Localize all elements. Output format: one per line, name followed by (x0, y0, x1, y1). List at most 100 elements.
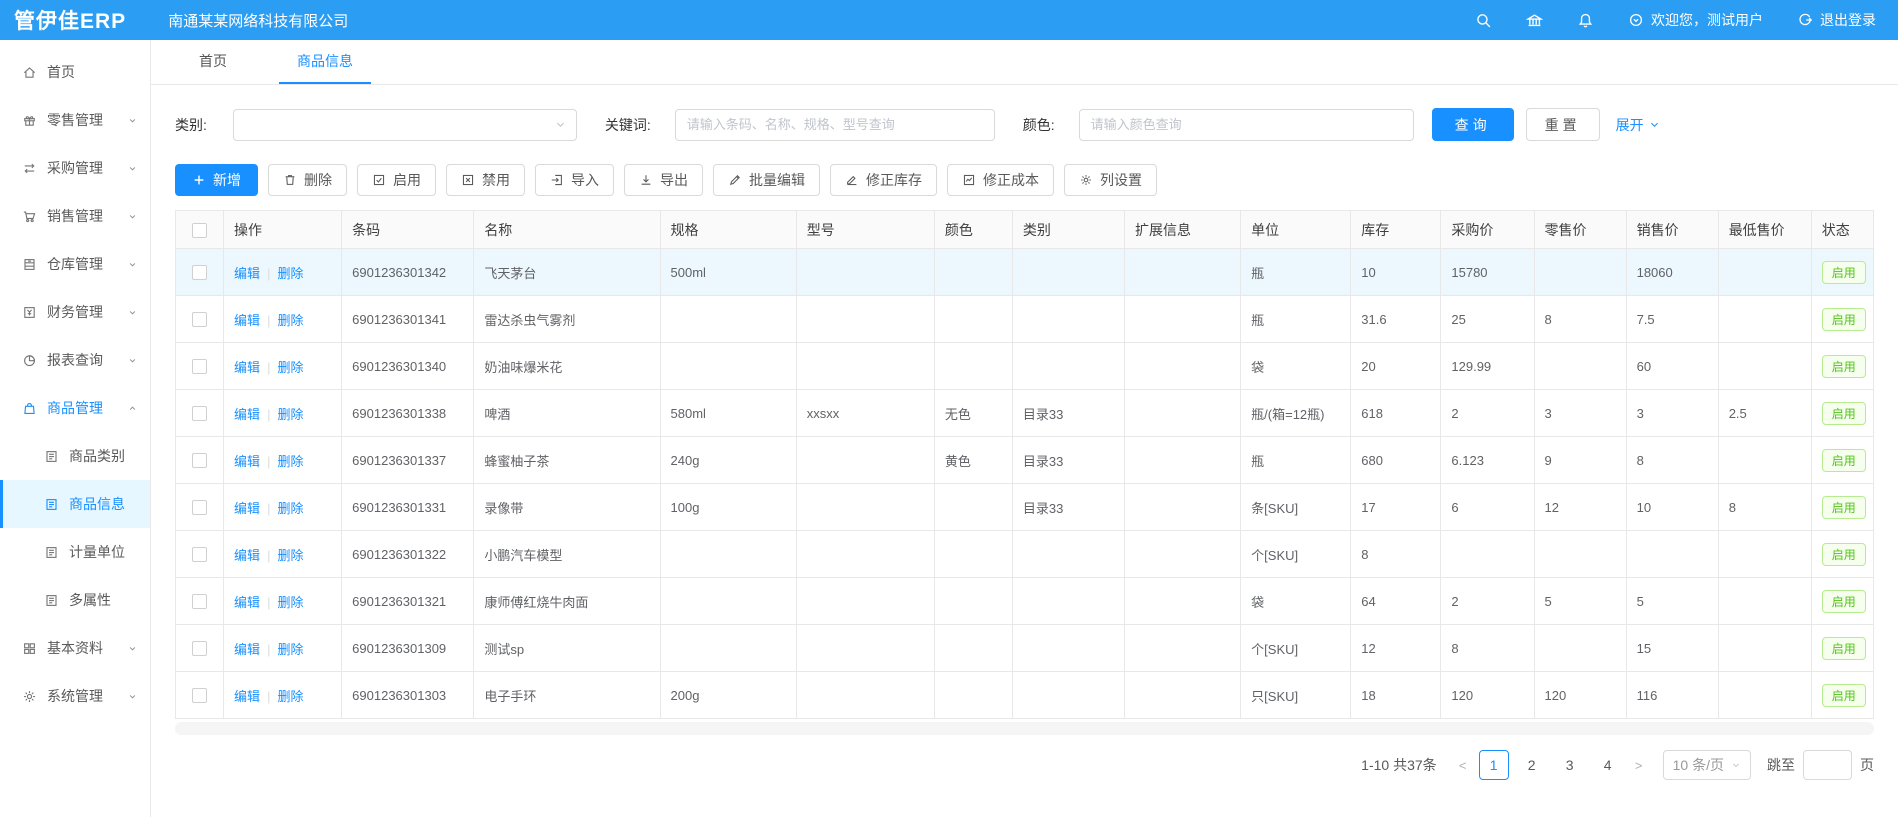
edit-link[interactable]: 编辑 (234, 501, 260, 516)
user-menu[interactable]: 欢迎您，测试用户 (1628, 10, 1763, 30)
batch-edit-button[interactable]: 批量编辑 (713, 164, 820, 196)
adjust-cost-button[interactable]: 修正成本 (947, 164, 1054, 196)
edit-link[interactable]: 编辑 (234, 454, 260, 469)
status-badge[interactable]: 启用 (1822, 308, 1866, 331)
reset-button[interactable]: 重置 (1526, 108, 1600, 141)
jump-to-label: 跳至 (1767, 755, 1795, 775)
sidebar-item-reports[interactable]: 报表查询 (0, 336, 150, 384)
edit-link[interactable]: 编辑 (234, 689, 260, 704)
sidebar-item-system[interactable]: 系统管理 (0, 672, 150, 720)
row-checkbox[interactable] (192, 641, 207, 656)
cell-ext (1125, 343, 1241, 390)
page-size-select[interactable]: 10 条/页 (1663, 750, 1751, 780)
row-checkbox[interactable] (192, 265, 207, 280)
row-checkbox[interactable] (192, 594, 207, 609)
cell-barcode: 6901236301338 (342, 390, 474, 437)
sidebar-item-finance[interactable]: 财务管理 (0, 288, 150, 336)
col-model: 型号 (796, 211, 934, 249)
sidebar-item-sales[interactable]: 销售管理 (0, 192, 150, 240)
tab-product-info[interactable]: 商品信息 (279, 40, 371, 84)
page-number-2[interactable]: 2 (1517, 750, 1547, 780)
category-select[interactable] (233, 109, 577, 141)
delete-link[interactable]: 删除 (277, 454, 303, 469)
status-badge[interactable]: 启用 (1822, 355, 1866, 378)
delete-link[interactable]: 删除 (277, 407, 303, 422)
bell-icon[interactable] (1577, 12, 1594, 29)
table-row: 编辑|删除6901236301331录像带100g目录33条[SKU]17612… (176, 484, 1874, 531)
status-badge[interactable]: 启用 (1822, 261, 1866, 284)
sidebar-item-product-info[interactable]: 商品信息 (0, 480, 150, 528)
import-button[interactable]: 导入 (535, 164, 614, 196)
edit-link[interactable]: 编辑 (234, 266, 260, 281)
row-checkbox[interactable] (192, 500, 207, 515)
jump-page-input[interactable] (1803, 750, 1852, 780)
cell-retail: 3 (1534, 390, 1626, 437)
chevron-down-icon (127, 259, 138, 270)
page-number-3[interactable]: 3 (1555, 750, 1585, 780)
status-badge[interactable]: 启用 (1822, 590, 1866, 613)
status-badge[interactable]: 启用 (1822, 496, 1866, 519)
row-checkbox[interactable] (192, 312, 207, 327)
sidebar-item-purchase[interactable]: 采购管理 (0, 144, 150, 192)
delete-link[interactable]: 删除 (277, 313, 303, 328)
delete-button[interactable]: 删除 (268, 164, 347, 196)
adjust-stock-button[interactable]: 修正库存 (830, 164, 937, 196)
bank-icon[interactable] (1526, 12, 1543, 29)
row-checkbox[interactable] (192, 406, 207, 421)
row-checkbox[interactable] (192, 453, 207, 468)
expand-toggle[interactable]: 展开 (1616, 115, 1660, 135)
edit-link[interactable]: 编辑 (234, 313, 260, 328)
column-settings-button[interactable]: 列设置 (1064, 164, 1157, 196)
select-all-checkbox[interactable] (192, 223, 207, 238)
sidebar-item-warehouse[interactable]: 仓库管理 (0, 240, 150, 288)
logout-button[interactable]: 退出登录 (1797, 10, 1876, 30)
search-icon[interactable] (1475, 12, 1492, 29)
edit-link[interactable]: 编辑 (234, 642, 260, 657)
page-number-1[interactable]: 1 (1479, 750, 1509, 780)
row-checkbox[interactable] (192, 547, 207, 562)
prev-page-button[interactable]: < (1451, 758, 1475, 773)
edit-link[interactable]: 编辑 (234, 407, 260, 422)
tab-home[interactable]: 首页 (181, 40, 245, 84)
status-badge[interactable]: 启用 (1822, 543, 1866, 566)
app-logo[interactable]: 管伊佳ERP (14, 5, 126, 35)
cell-ext (1125, 578, 1241, 625)
edit-link[interactable]: 编辑 (234, 595, 260, 610)
delete-link[interactable]: 删除 (277, 642, 303, 657)
page-number-4[interactable]: 4 (1593, 750, 1623, 780)
export-button[interactable]: 导出 (624, 164, 703, 196)
keyword-input[interactable] (675, 109, 995, 141)
search-button[interactable]: 查询 (1432, 108, 1514, 141)
horizontal-scrollbar[interactable] (175, 722, 1874, 735)
row-checkbox[interactable] (192, 359, 207, 374)
status-badge[interactable]: 启用 (1822, 637, 1866, 660)
delete-link[interactable]: 删除 (277, 689, 303, 704)
delete-link[interactable]: 删除 (277, 548, 303, 563)
status-badge[interactable]: 启用 (1822, 449, 1866, 472)
color-input[interactable] (1079, 109, 1414, 141)
sidebar-item-measure-unit[interactable]: 计量单位 (0, 528, 150, 576)
status-badge[interactable]: 启用 (1822, 402, 1866, 425)
row-checkbox[interactable] (192, 688, 207, 703)
delete-link[interactable]: 删除 (277, 595, 303, 610)
sidebar-item-product-mgmt[interactable]: 商品管理 (0, 384, 150, 432)
status-badge[interactable]: 启用 (1822, 684, 1866, 707)
sidebar-item-multi-attr[interactable]: 多属性 (0, 576, 150, 624)
cell-spec (660, 625, 796, 672)
edit-link[interactable]: 编辑 (234, 360, 260, 375)
action-divider: | (267, 642, 270, 657)
delete-link[interactable]: 删除 (277, 501, 303, 516)
next-page-button[interactable]: > (1627, 758, 1651, 773)
chevron-up-icon (127, 403, 138, 414)
delete-link[interactable]: 删除 (277, 360, 303, 375)
add-button[interactable]: 新增 (175, 164, 258, 196)
delete-link[interactable]: 删除 (277, 266, 303, 281)
cell-retail: 120 (1534, 672, 1626, 719)
enable-button[interactable]: 启用 (357, 164, 436, 196)
sidebar-item-home[interactable]: 首页 (0, 48, 150, 96)
sidebar-item-basic-data[interactable]: 基本资料 (0, 624, 150, 672)
sidebar-item-product-category[interactable]: 商品类别 (0, 432, 150, 480)
edit-link[interactable]: 编辑 (234, 548, 260, 563)
sidebar-item-retail[interactable]: 零售管理 (0, 96, 150, 144)
disable-button[interactable]: 禁用 (446, 164, 525, 196)
